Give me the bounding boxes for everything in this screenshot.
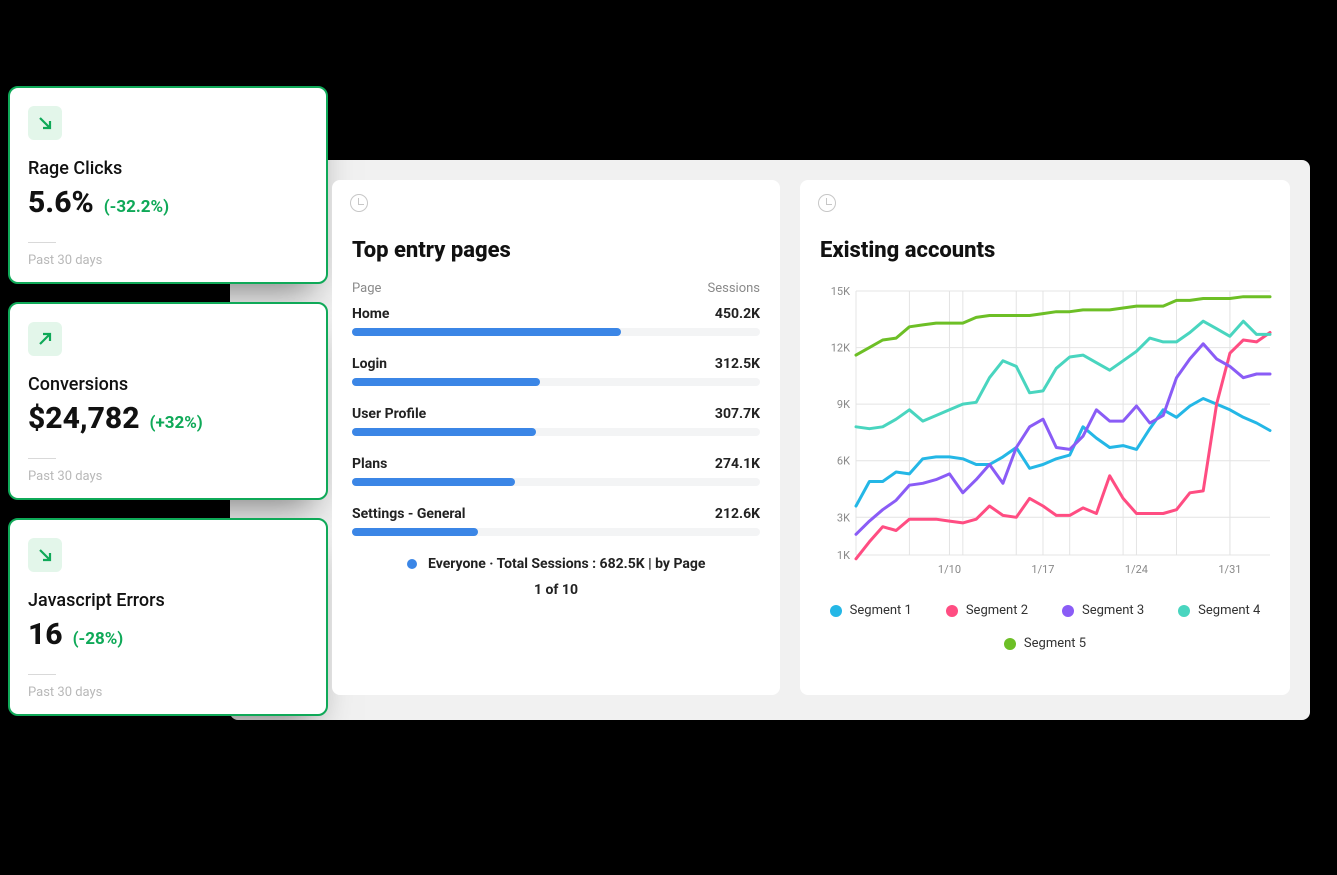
page-name: Home: [352, 306, 389, 322]
line-chart: 1K 3K 6K 9K 12K 15K 1/10 1/17 1/24 1/31: [820, 281, 1280, 581]
kpi-title: Javascript Errors: [28, 590, 308, 611]
top-entry-pages-panel: Top entry pages Page Sessions Home 450.2K…: [332, 180, 780, 695]
session-count: 312.5K: [715, 356, 760, 372]
svg-text:1K: 1K: [837, 549, 850, 562]
page-name: Settings - General: [352, 506, 465, 522]
bar-track: [352, 528, 760, 536]
summary-text: Everyone · Total Sessions : 682.5K | by …: [428, 556, 705, 572]
kpi-delta: (-28%): [73, 629, 124, 649]
panel-title: Existing accounts: [820, 238, 1270, 263]
kpi-stack: Rage Clicks 5.6% (-32.2%) Past 30 days C…: [8, 86, 328, 716]
trend-down-icon: [28, 106, 62, 140]
table-row[interactable]: Home 450.2K: [352, 306, 760, 336]
trend-down-icon: [28, 538, 62, 572]
page-name: Plans: [352, 456, 387, 472]
session-count: 274.1K: [715, 456, 760, 472]
table-row[interactable]: Plans 274.1K: [352, 456, 760, 486]
legend-item[interactable]: Segment 2: [946, 603, 1028, 618]
legend-dot-icon: [1004, 638, 1016, 650]
table-summary: Everyone · Total Sessions : 682.5K | by …: [352, 556, 760, 572]
svg-text:15K: 15K: [831, 285, 850, 298]
kpi-title: Conversions: [28, 374, 308, 395]
pagination[interactable]: 1 of 10: [352, 582, 760, 598]
kpi-delta: (+32%): [150, 413, 203, 433]
legend-dot-icon: [1062, 605, 1074, 617]
svg-text:12K: 12K: [831, 342, 850, 355]
svg-text:1/24: 1/24: [1125, 563, 1148, 576]
legend-label: Segment 4: [1198, 603, 1260, 618]
legend-label: Segment 5: [1024, 636, 1086, 651]
kpi-value: $24,782: [28, 401, 140, 436]
kpi-period: Past 30 days: [28, 458, 308, 484]
bar-track: [352, 428, 760, 436]
legend-item[interactable]: Segment 5: [1004, 636, 1086, 651]
panel-title: Top entry pages: [352, 238, 760, 263]
session-count: 212.6K: [715, 506, 760, 522]
page-name: Login: [352, 356, 387, 372]
bar-fill: [352, 328, 621, 336]
svg-text:1/17: 1/17: [1031, 563, 1054, 576]
bar-fill: [352, 428, 536, 436]
bar-fill: [352, 478, 515, 486]
svg-text:3K: 3K: [837, 511, 850, 524]
session-count: 307.7K: [715, 406, 760, 422]
svg-text:1/31: 1/31: [1218, 563, 1241, 576]
kpi-period: Past 30 days: [28, 674, 308, 700]
clock-icon: [350, 194, 368, 212]
table-row[interactable]: Settings - General 212.6K: [352, 506, 760, 536]
legend-dot-icon: [946, 605, 958, 617]
kpi-value: 5.6%: [28, 185, 94, 220]
kpi-card-conversions[interactable]: Conversions $24,782 (+32%) Past 30 days: [8, 302, 328, 500]
page-name: User Profile: [352, 406, 426, 422]
legend-item[interactable]: Segment 3: [1062, 603, 1144, 618]
bar-track: [352, 478, 760, 486]
svg-text:1/10: 1/10: [938, 563, 961, 576]
kpi-delta: (-32.2%): [104, 197, 169, 217]
legend-label: Segment 1: [850, 603, 912, 618]
chart-legend: Segment 1 Segment 2 Segment 3 Segment 4 …: [820, 603, 1270, 651]
col-page: Page: [352, 281, 381, 296]
clock-icon: [818, 194, 836, 212]
session-count: 450.2K: [715, 306, 760, 322]
legend-item[interactable]: Segment 1: [830, 603, 912, 618]
table-header: Page Sessions: [352, 281, 760, 296]
bar-fill: [352, 378, 540, 386]
table-row[interactable]: Login 312.5K: [352, 356, 760, 386]
kpi-card-rage-clicks[interactable]: Rage Clicks 5.6% (-32.2%) Past 30 days: [8, 86, 328, 284]
legend-label: Segment 3: [1082, 603, 1144, 618]
legend-dot-icon: [1178, 605, 1190, 617]
existing-accounts-panel: Existing accounts 1K 3K 6K 9K 12K 15K 1/10 1/17…: [800, 180, 1290, 695]
kpi-value: 16: [28, 617, 63, 652]
bar-track: [352, 378, 760, 386]
table-row[interactable]: User Profile 307.7K: [352, 406, 760, 436]
trend-up-icon: [28, 322, 62, 356]
kpi-period: Past 30 days: [28, 242, 308, 268]
legend-dot-icon: [830, 605, 842, 617]
kpi-title: Rage Clicks: [28, 158, 308, 179]
bar-fill: [352, 528, 478, 536]
legend-label: Segment 2: [966, 603, 1028, 618]
svg-text:9K: 9K: [837, 398, 850, 411]
legend-dot-icon: [407, 559, 417, 569]
bar-track: [352, 328, 760, 336]
legend-item[interactable]: Segment 4: [1178, 603, 1260, 618]
kpi-card-js-errors[interactable]: Javascript Errors 16 (-28%) Past 30 days: [8, 518, 328, 716]
col-sessions: Sessions: [708, 281, 761, 296]
svg-text:6K: 6K: [837, 455, 850, 468]
table-body: Home 450.2K Login 312.5K User Profile 307.7K P…: [352, 306, 760, 536]
